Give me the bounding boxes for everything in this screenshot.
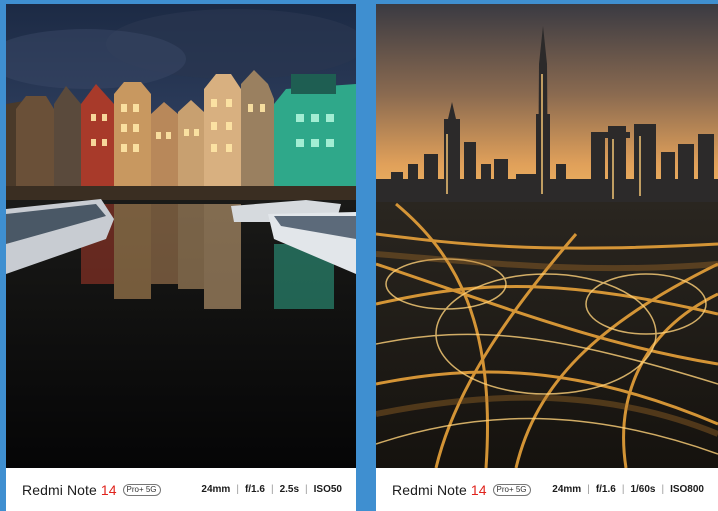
canal-night-image	[6, 4, 356, 468]
photo-canal-night	[6, 4, 356, 468]
shutter-speed: 1/60s	[630, 484, 656, 495]
separator: |	[270, 484, 274, 495]
separator: |	[661, 484, 665, 495]
brand-name: Redmi Note	[392, 481, 467, 498]
separator: |	[587, 484, 590, 495]
brand-name: Redmi Note	[22, 481, 97, 498]
focal-length: 24mm	[552, 484, 582, 495]
city-interchange-image	[376, 4, 718, 468]
camera-specs: 24mm | f/1.6 | 2.5s | ISO50	[201, 484, 342, 495]
separator: |	[236, 484, 239, 495]
camera-specs: 24mm | f/1.6 | 1/60s | ISO800	[552, 484, 704, 495]
brand-badge: Pro+ 5G	[122, 483, 161, 496]
brand-badge: Pro+ 5G	[492, 483, 531, 496]
photo-footer-right: Redmi Note 14 Pro+ 5G 24mm | f/1.6 | 1/6…	[376, 468, 718, 511]
aperture: f/1.6	[595, 484, 616, 495]
brand-watermark: Redmi Note 14 Pro+ 5G	[22, 482, 161, 498]
photo-card-left: Redmi Note 14 Pro+ 5G 24mm | f/1.6 | 2.5…	[6, 4, 356, 511]
separator: |	[305, 484, 308, 495]
photo-card-right: Redmi Note 14 Pro+ 5G 24mm | f/1.6 | 1/6…	[376, 4, 718, 511]
brand-model-number: 14	[100, 481, 117, 498]
aperture: f/1.6	[244, 484, 265, 495]
iso: ISO800	[670, 484, 704, 495]
photo-footer-left: Redmi Note 14 Pro+ 5G 24mm | f/1.6 | 2.5…	[6, 468, 356, 511]
brand-watermark: Redmi Note 14 Pro+ 5G	[392, 482, 531, 498]
shutter-speed: 2.5s	[279, 484, 300, 495]
photo-city-interchange	[376, 4, 718, 468]
brand-model-number: 14	[470, 481, 487, 498]
focal-length: 24mm	[201, 484, 231, 495]
separator: |	[621, 484, 625, 495]
iso: ISO50	[313, 484, 342, 495]
